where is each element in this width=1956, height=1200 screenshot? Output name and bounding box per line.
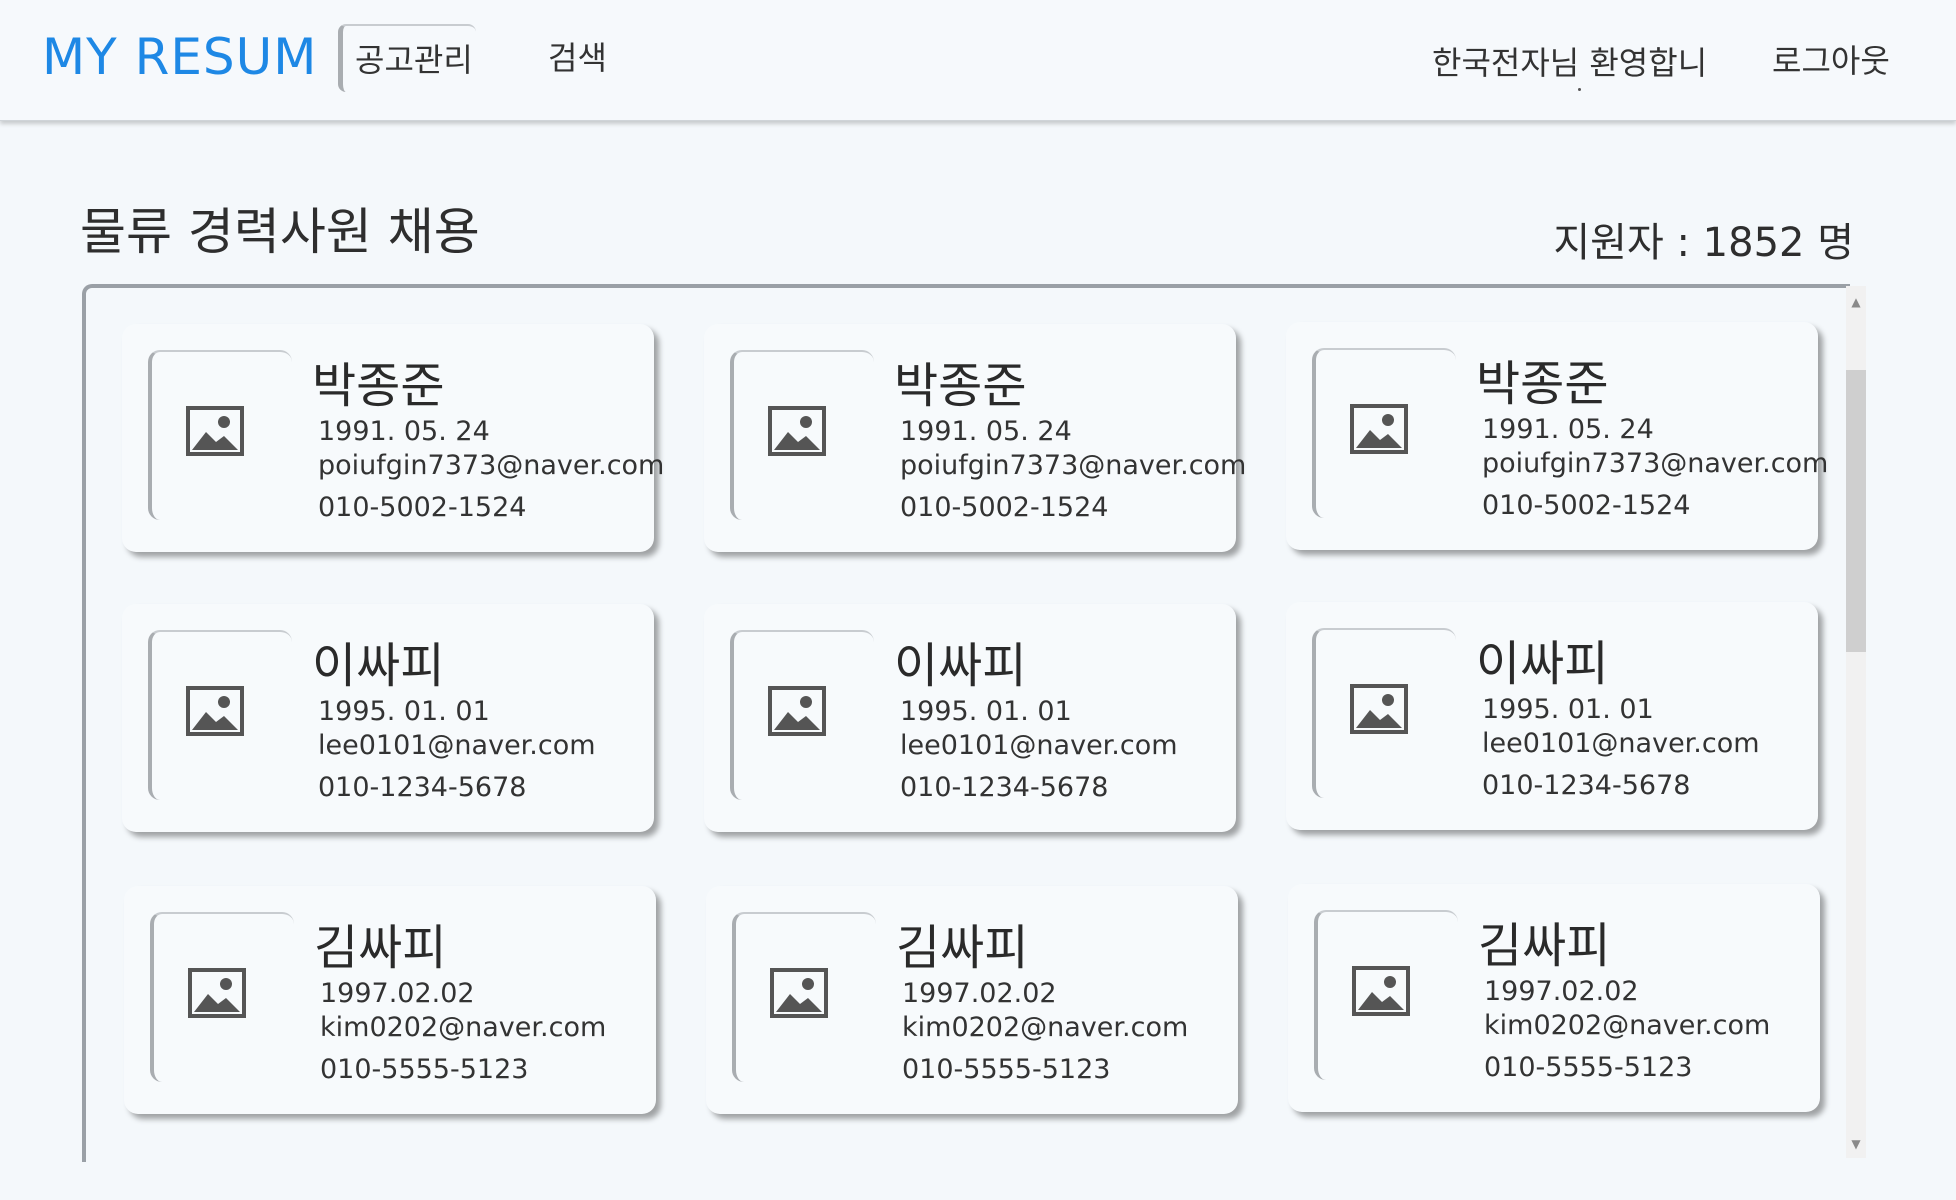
top-header: MY RESUM 공고관리 검색 한국전자님 환영합니 로그아웃 [0,0,1956,121]
applicant-photo [730,350,874,520]
applicant-card[interactable]: 이싸피 1995. 01. 01 lee0101@naver.com 010-1… [704,604,1236,832]
applicant-name: 박종준 [894,358,1027,414]
applicant-card[interactable]: 김싸피 1997.02.02 kim0202@naver.com 010-555… [124,886,656,1114]
applicant-email: kim0202@naver.com [320,1012,607,1043]
applicant-photo [1312,348,1456,518]
applicant-phone: 010-1234-5678 [318,772,527,803]
applicant-email: poiufgin7373@naver.com [1482,448,1829,479]
applicant-phone: 010-1234-5678 [1482,770,1691,801]
applicant-email: kim0202@naver.com [1484,1010,1771,1041]
applicant-photo [1314,910,1458,1080]
applicant-phone: 010-5002-1524 [900,492,1109,523]
applicant-card[interactable]: 이싸피 1995. 01. 01 lee0101@naver.com 010-1… [122,604,654,832]
applicant-name: 박종준 [312,358,445,414]
scroll-down-arrow-icon[interactable]: ▼ [1846,1134,1866,1154]
applicant-photo [730,630,874,800]
applicant-email: kim0202@naver.com [902,1012,1189,1043]
applicant-count: 지원자 : 1852 명 [1553,220,1854,266]
applicant-photo [732,912,876,1082]
applicant-name: 이싸피 [1476,636,1609,692]
applicant-list-panel: 박종준 1991. 05. 24 poiufgin7373@naver.com … [82,284,1850,1162]
applicant-phone: 010-5555-5123 [902,1054,1111,1085]
applicant-name: 이싸피 [894,638,1027,694]
image-placeholder-icon [1352,966,1410,1016]
applicant-birthdate: 1995. 01. 01 [900,696,1072,727]
applicant-email: poiufgin7373@naver.com [900,450,1247,481]
nav-job-management[interactable]: 공고관리 [338,24,476,92]
image-placeholder-icon [186,406,244,456]
text-cursor-dot [1578,88,1581,91]
applicant-birthdate: 1991. 05. 24 [318,416,490,447]
applicant-birthdate: 1995. 01. 01 [318,696,490,727]
applicant-photo [150,912,294,1082]
nav-search[interactable]: 검색 [548,24,607,92]
applicant-card[interactable]: 박종준 1991. 05. 24 poiufgin7373@naver.com … [122,324,664,552]
image-placeholder-icon [1350,404,1408,454]
applicant-phone: 010-1234-5678 [900,772,1109,803]
applicant-birthdate: 1995. 01. 01 [1482,694,1654,725]
applicant-email: lee0101@naver.com [318,730,596,761]
applicant-birthdate: 1997.02.02 [902,978,1057,1009]
image-placeholder-icon [768,406,826,456]
applicant-email: lee0101@naver.com [900,730,1178,761]
applicant-photo [1312,628,1456,798]
applicant-phone: 010-5555-5123 [320,1054,529,1085]
applicant-phone: 010-5555-5123 [1484,1052,1693,1083]
scrollbar-thumb[interactable] [1846,370,1866,652]
applicant-birthdate: 1997.02.02 [320,978,475,1009]
logout-button[interactable]: 로그아웃 [1772,36,1890,82]
image-placeholder-icon [186,686,244,736]
image-placeholder-icon [188,968,246,1018]
scroll-up-arrow-icon[interactable]: ▲ [1846,292,1866,312]
applicant-photo [148,630,292,800]
applicant-card[interactable]: 김싸피 1997.02.02 kim0202@naver.com 010-555… [706,886,1238,1114]
applicant-phone: 010-5002-1524 [1482,490,1691,521]
applicant-birthdate: 1991. 05. 24 [1482,414,1654,445]
applicant-email: lee0101@naver.com [1482,728,1760,759]
applicant-phone: 010-5002-1524 [318,492,527,523]
applicant-card[interactable]: 박종준 1991. 05. 24 poiufgin7373@naver.com … [704,324,1246,552]
image-placeholder-icon [1350,684,1408,734]
applicant-photo [148,350,292,520]
applicant-birthdate: 1991. 05. 24 [900,416,1072,447]
applicant-name: 이싸피 [312,638,445,694]
applicant-card[interactable]: 이싸피 1995. 01. 01 lee0101@naver.com 010-1… [1286,602,1818,830]
app-logo[interactable]: MY RESUM [42,28,317,86]
applicant-card[interactable]: 박종준 1991. 05. 24 poiufgin7373@naver.com … [1286,322,1828,550]
applicant-email: poiufgin7373@naver.com [318,450,665,481]
applicant-name: 김싸피 [896,920,1029,976]
applicant-name: 김싸피 [314,920,447,976]
page-title: 물류 경력사원 채용 [80,203,480,261]
applicant-birthdate: 1997.02.02 [1484,976,1639,1007]
welcome-message: 한국전자님 환영합니 [1432,44,1708,82]
vertical-scrollbar[interactable]: ▲ ▼ [1846,286,1866,1158]
applicant-card[interactable]: 김싸피 1997.02.02 kim0202@naver.com 010-555… [1288,884,1820,1112]
image-placeholder-icon [768,686,826,736]
applicant-name: 김싸피 [1478,918,1611,974]
image-placeholder-icon [770,968,828,1018]
applicant-name: 박종준 [1476,356,1609,412]
